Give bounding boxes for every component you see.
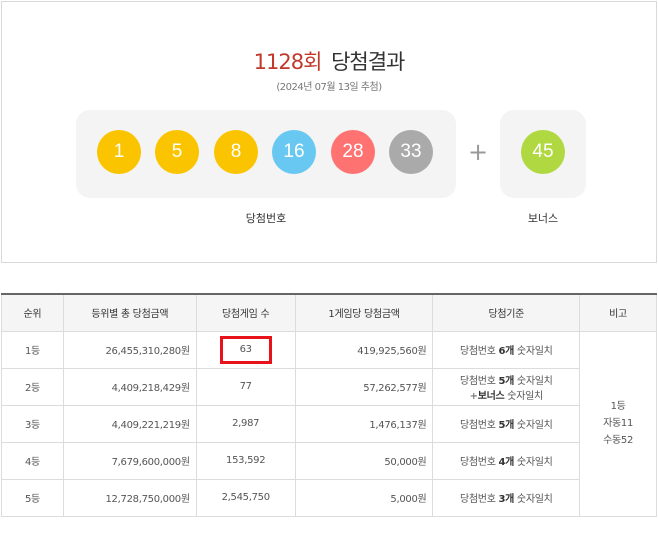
table-row: 3등 4,409,221,219원 2,987 1,476,137원 당첨번호 … — [1, 404, 657, 443]
prize-per-game-cell: 419,925,560원 — [294, 330, 434, 369]
bonus-caption: 보너스 — [527, 212, 559, 225]
note-cell: 1등 자동11 수동52 — [579, 330, 657, 517]
prize-per-game-cell: 5,000원 — [294, 478, 434, 517]
total-prize-cell: 4,409,218,429원 — [62, 367, 197, 406]
winning-ball-6: 33 — [389, 130, 433, 174]
col-rank: 순위 — [1, 293, 64, 332]
bonus-ball: 45 — [521, 130, 565, 174]
criteria-cell: 당첨번호 3개 숫자일치 — [432, 478, 581, 517]
winning-ball-5: 28 — [331, 130, 375, 174]
criteria-cell: 당첨번호 5개 숫자일치 +보너스 숫자일치 — [432, 367, 581, 406]
rank-cell: 5등 — [1, 478, 64, 517]
table-row: 1등 26,455,310,280원 63 419,925,560원 당첨번호 … — [1, 330, 657, 517]
winning-games-cell: 77 — [195, 367, 296, 406]
winning-ball-2: 5 — [155, 130, 199, 174]
plus-icon: + — [468, 138, 489, 166]
table-header-row: 순위 등위별 총 당첨금액 당첨게임 수 1게임당 당첨금액 당첨기준 비고 — [1, 293, 657, 332]
col-total-prize: 등위별 총 당첨금액 — [62, 293, 197, 332]
table-row: 4등 7,679,600,000원 153,592 50,000원 당첨번호 4… — [1, 441, 657, 480]
highlight-box: 63 — [219, 335, 272, 364]
col-winning-games: 당첨게임 수 — [195, 293, 296, 332]
prize-table: 순위 등위별 총 당첨금액 당첨게임 수 1게임당 당첨금액 당첨기준 비고 1… — [1, 293, 657, 517]
rank-cell: 1등 — [1, 330, 64, 369]
prize-per-game-cell: 1,476,137원 — [294, 404, 434, 443]
criteria-cell: 당첨번호 6개 숫자일치 — [432, 330, 581, 369]
prize-per-game-cell: 57,262,577원 — [294, 367, 434, 406]
winning-ball-3: 8 — [214, 130, 258, 174]
total-prize-cell: 4,409,221,219원 — [62, 404, 197, 443]
total-prize-cell: 26,455,310,280원 — [62, 330, 197, 369]
winning-games-cell: 63 — [195, 330, 296, 369]
winning-ball-1: 1 — [97, 130, 141, 174]
col-criteria: 당첨기준 — [432, 293, 581, 332]
total-prize-cell: 7,679,600,000원 — [62, 441, 197, 480]
winning-games-cell: 2,987 — [195, 404, 296, 443]
total-prize-cell: 12,728,750,000원 — [62, 478, 197, 517]
winning-games-cell: 153,592 — [195, 441, 296, 480]
rank-cell: 4등 — [1, 441, 64, 480]
winning-ball-4: 16 — [272, 130, 316, 174]
page-title: 1128회 당첨결과 — [2, 46, 656, 76]
table-row: 2등 4,409,218,429원 77 57,262,577원 당첨번호 5개… — [1, 367, 657, 406]
winning-numbers-caption: 당첨번호 — [245, 212, 287, 225]
draw-result-panel: 1128회 당첨결과 (2024년 07월 13일 추첨) 1 5 8 16 2… — [1, 1, 657, 263]
winning-games-cell: 2,545,750 — [195, 478, 296, 517]
criteria-cell: 당첨번호 5개 숫자일치 — [432, 404, 581, 443]
draw-date: (2024년 07월 13일 추첨) — [276, 82, 382, 93]
table-row: 5등 12,728,750,000원 2,545,750 5,000원 당첨번호… — [1, 478, 657, 517]
col-prize-per-game: 1게임당 당첨금액 — [294, 293, 434, 332]
prize-per-game-cell: 50,000원 — [294, 441, 434, 480]
round-number: 1128회 — [253, 50, 323, 74]
rank-cell: 3등 — [1, 404, 64, 443]
rank-cell: 2등 — [1, 367, 64, 406]
title-suffix: 당첨결과 — [331, 50, 405, 74]
col-note: 비고 — [579, 293, 657, 332]
criteria-cell: 당첨번호 4개 숫자일치 — [432, 441, 581, 480]
